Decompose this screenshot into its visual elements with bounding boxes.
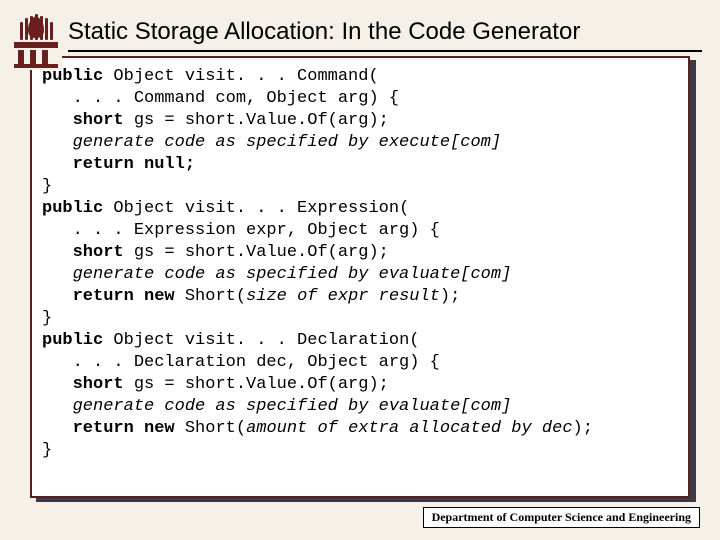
code-italic: generate code as specified by evaluate[c… bbox=[42, 397, 511, 416]
code-kw: short bbox=[73, 243, 124, 262]
slide-title: Static Storage Allocation: In the Code G… bbox=[68, 18, 702, 50]
code-text bbox=[42, 243, 73, 262]
code-kw: short bbox=[73, 111, 124, 130]
code-text: Short( bbox=[175, 287, 246, 306]
code-text: } bbox=[42, 177, 52, 196]
code-text: Object visit. . . Declaration( bbox=[103, 331, 419, 350]
code-text: Short( bbox=[175, 419, 246, 438]
footer-label: Department of Computer Science and Engin… bbox=[423, 507, 700, 528]
code-text: } bbox=[42, 441, 52, 460]
code-text: . . . Declaration dec, Object arg) { bbox=[42, 353, 440, 372]
code-text: Object visit. . . Expression( bbox=[103, 199, 409, 218]
code-text: gs = short.Value.Of(arg); bbox=[124, 111, 389, 130]
code-text: ); bbox=[573, 419, 593, 438]
code-text: gs = short.Value.Of(arg); bbox=[124, 375, 389, 394]
code-kw: return new bbox=[73, 287, 175, 306]
title-underline bbox=[68, 50, 702, 52]
code-italic: generate code as specified by execute[co… bbox=[42, 133, 501, 152]
code-kw: public bbox=[42, 199, 103, 218]
code-italic: generate code as specified by evaluate[c… bbox=[42, 265, 511, 284]
code-kw: return null; bbox=[73, 155, 195, 174]
code-text bbox=[42, 419, 73, 438]
code-kw: short bbox=[73, 375, 124, 394]
code-text bbox=[42, 155, 73, 174]
code-text bbox=[42, 111, 73, 130]
code-text: ); bbox=[440, 287, 460, 306]
code-box: public Object visit. . . Command( . . . … bbox=[30, 56, 690, 498]
code-text bbox=[42, 375, 73, 394]
university-logo bbox=[10, 12, 62, 70]
code-text: . . . Command com, Object arg) { bbox=[42, 89, 399, 108]
code-italic: size of expr result bbox=[246, 287, 440, 306]
code-kw: public bbox=[42, 331, 103, 350]
code-text: . . . Expression expr, Object arg) { bbox=[42, 221, 440, 240]
code-italic: amount of extra allocated by dec bbox=[246, 419, 572, 438]
code-content: public Object visit. . . Command( . . . … bbox=[42, 66, 678, 462]
code-text: Object visit. . . Command( bbox=[103, 67, 378, 86]
slide-title-area: Static Storage Allocation: In the Code G… bbox=[68, 18, 702, 52]
code-text bbox=[42, 287, 73, 306]
code-kw: return new bbox=[73, 419, 175, 438]
code-text: } bbox=[42, 309, 52, 328]
code-text: gs = short.Value.Of(arg); bbox=[124, 243, 389, 262]
